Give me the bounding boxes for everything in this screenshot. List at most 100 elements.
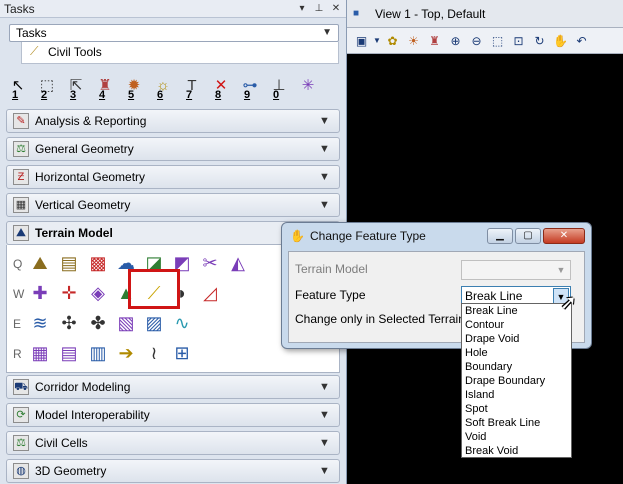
- terrain-filter-icon[interactable]: ▩: [86, 251, 110, 275]
- option-void[interactable]: Void: [462, 430, 571, 444]
- update-view-icon[interactable]: ♜: [424, 31, 445, 51]
- terrain-clip-icon[interactable]: ✂: [198, 251, 222, 275]
- attributes-tool-button[interactable]: ✹ 5: [122, 73, 146, 103]
- option-break-void[interactable]: Break Void: [462, 444, 571, 458]
- line-tool-button[interactable]: ⊶ 9: [238, 73, 262, 103]
- report-grid-icon[interactable]: ▤: [57, 341, 81, 365]
- analysis-icon: ✎: [13, 113, 29, 129]
- section-label: Model Interoperability: [35, 408, 150, 422]
- tasks-dropdown[interactable]: Tasks ▼: [9, 24, 339, 42]
- pan-view-icon[interactable]: ✋: [550, 31, 571, 51]
- chevron-down-icon: ▼: [319, 143, 330, 155]
- row-letter-w: W: [13, 287, 25, 301]
- report-mesh-icon[interactable]: ▦: [28, 341, 52, 365]
- chevron-down-icon: ▼: [319, 465, 330, 477]
- minimize-button[interactable]: ▁: [487, 228, 513, 244]
- rotate-view-icon[interactable]: ↻: [529, 31, 550, 51]
- contour-icon[interactable]: ≋: [28, 311, 52, 335]
- fit-view-icon[interactable]: ⊡: [508, 31, 529, 51]
- dialog-titlebar[interactable]: ✋ Change Feature Type ▁ ▢ ✕: [282, 223, 591, 249]
- option-boundary[interactable]: Boundary: [462, 360, 571, 374]
- section-horizontal-geometry[interactable]: Ƶ Horizontal Geometry ▼: [6, 165, 340, 189]
- window-area-icon[interactable]: ⬚: [487, 31, 508, 51]
- selected-terrain-label: Change only in Selected Terrain: [295, 312, 465, 326]
- section-civil-cells[interactable]: ⚖ Civil Cells ▼: [6, 431, 340, 455]
- option-spot[interactable]: Spot: [462, 402, 571, 416]
- option-drape-boundary[interactable]: Drape Boundary: [462, 374, 571, 388]
- close-icon[interactable]: ✕: [329, 2, 343, 16]
- section-label: Vertical Geometry: [35, 198, 131, 212]
- section-3d-geometry[interactable]: ◍ 3D Geometry ▼: [6, 459, 340, 483]
- view-previous-icon[interactable]: ↶: [571, 31, 592, 51]
- section-vertical-geometry[interactable]: ▦ Vertical Geometry ▼: [6, 193, 340, 217]
- horizontal-geometry-icon: Ƶ: [13, 169, 29, 185]
- main-toolbar: ↖ 1 ⬚ 2 ⇱ 3 ♜ 4 ✹ 5 ☼ 6 T7 ✕ 8 ⊶ 9 ⊥ 0 ✳: [6, 73, 340, 103]
- terrain-merge-icon[interactable]: ◭: [226, 251, 250, 275]
- shortcut-label: 5: [128, 89, 135, 101]
- lightbulb-tool-button[interactable]: ☼ 6: [151, 73, 175, 103]
- shortcut-label: 8: [215, 89, 222, 101]
- option-drape-void[interactable]: Drape Void: [462, 332, 571, 346]
- display-style-icon[interactable]: ✿: [382, 31, 403, 51]
- remove-feature-icon[interactable]: ✛: [57, 281, 81, 305]
- mesh-icon[interactable]: ▧: [114, 311, 138, 335]
- tab-civil-tools-label: Civil Tools: [48, 45, 102, 59]
- chevron-down-icon: ▼: [319, 115, 330, 127]
- option-contour[interactable]: Contour: [462, 318, 571, 332]
- text-tool-button[interactable]: T7: [180, 73, 204, 103]
- export-icon[interactable]: ➔: [114, 341, 138, 365]
- section-analysis-reporting[interactable]: ✎ Analysis & Reporting ▼: [6, 109, 340, 133]
- chevron-down-icon: ▼: [322, 27, 332, 38]
- fence-tool-button[interactable]: ⬚ 2: [35, 73, 59, 103]
- delete-tool-button[interactable]: ✕ 8: [209, 73, 233, 103]
- view-attributes-icon[interactable]: ▣: [351, 31, 372, 51]
- mesh-alt-icon[interactable]: ▨: [142, 311, 166, 335]
- hand-icon: ✋: [290, 229, 305, 243]
- manipulate-tool-button[interactable]: ⇱ 3: [64, 73, 88, 103]
- spot-icon[interactable]: ✣: [57, 311, 81, 335]
- label-spot-icon[interactable]: ⊞: [170, 341, 194, 365]
- report-table-icon[interactable]: ▥: [86, 341, 110, 365]
- section-model-interoperability[interactable]: ⟳ Model Interoperability ▼: [6, 403, 340, 427]
- chevron-down-icon[interactable]: ▼: [372, 31, 382, 51]
- shortcut-label: 7: [186, 89, 193, 101]
- tab-civil-tools[interactable]: ⟋ Civil Tools: [21, 42, 339, 64]
- tasks-dropdown-value: Tasks: [16, 26, 47, 40]
- row-letter-e: E: [13, 317, 22, 331]
- shortcut-label: 9: [244, 89, 251, 101]
- row-letter-q: Q: [13, 257, 23, 271]
- pin-icon[interactable]: ⊥: [312, 2, 326, 16]
- drape-icon[interactable]: ◈: [86, 281, 110, 305]
- maximize-button[interactable]: ▢: [515, 228, 541, 244]
- lighting-icon[interactable]: ☀: [403, 31, 424, 51]
- label-contour-icon[interactable]: ≀: [142, 341, 166, 365]
- point-tool-button[interactable]: ⊥ 0: [267, 73, 291, 103]
- dropdown-icon[interactable]: ▾: [295, 2, 309, 16]
- spot-multi-icon[interactable]: ✤: [86, 311, 110, 335]
- option-soft-break-line[interactable]: Soft Break Line: [462, 416, 571, 430]
- option-island[interactable]: Island: [462, 388, 571, 402]
- select-tool-button[interactable]: ↖ 1: [6, 73, 30, 103]
- snap-tool-button[interactable]: ✳: [296, 73, 320, 103]
- section-label: Corridor Modeling: [35, 380, 131, 394]
- boundary-icon[interactable]: ◿: [198, 281, 222, 305]
- civil-tools-icon: ⟋: [30, 44, 39, 58]
- option-hole[interactable]: Hole: [462, 346, 571, 360]
- feature-type-value: Break Line: [465, 289, 523, 303]
- terrain-file-icon[interactable]: ▤: [57, 251, 81, 275]
- stamp-tool-button[interactable]: ♜ 4: [93, 73, 117, 103]
- wave-icon[interactable]: ∿: [170, 311, 194, 335]
- option-break-line[interactable]: Break Line: [462, 304, 571, 318]
- section-corridor-modeling[interactable]: ⛟ Corridor Modeling ▼: [6, 375, 340, 399]
- terrain-model-label: Terrain Model: [295, 262, 368, 276]
- add-feature-icon[interactable]: ✚: [28, 281, 52, 305]
- feature-type-label: Feature Type: [295, 288, 366, 302]
- shortcut-label: 0: [273, 89, 280, 101]
- close-button[interactable]: ✕: [543, 228, 585, 244]
- chevron-down-icon: ▼: [319, 199, 330, 211]
- create-terrain-icon[interactable]: ⛰: [28, 251, 52, 275]
- zoom-out-icon[interactable]: ⊖: [466, 31, 487, 51]
- zoom-in-icon[interactable]: ⊕: [445, 31, 466, 51]
- section-general-geometry[interactable]: ⚖ General Geometry ▼: [6, 137, 340, 161]
- chevron-down-icon: ▼: [319, 437, 330, 449]
